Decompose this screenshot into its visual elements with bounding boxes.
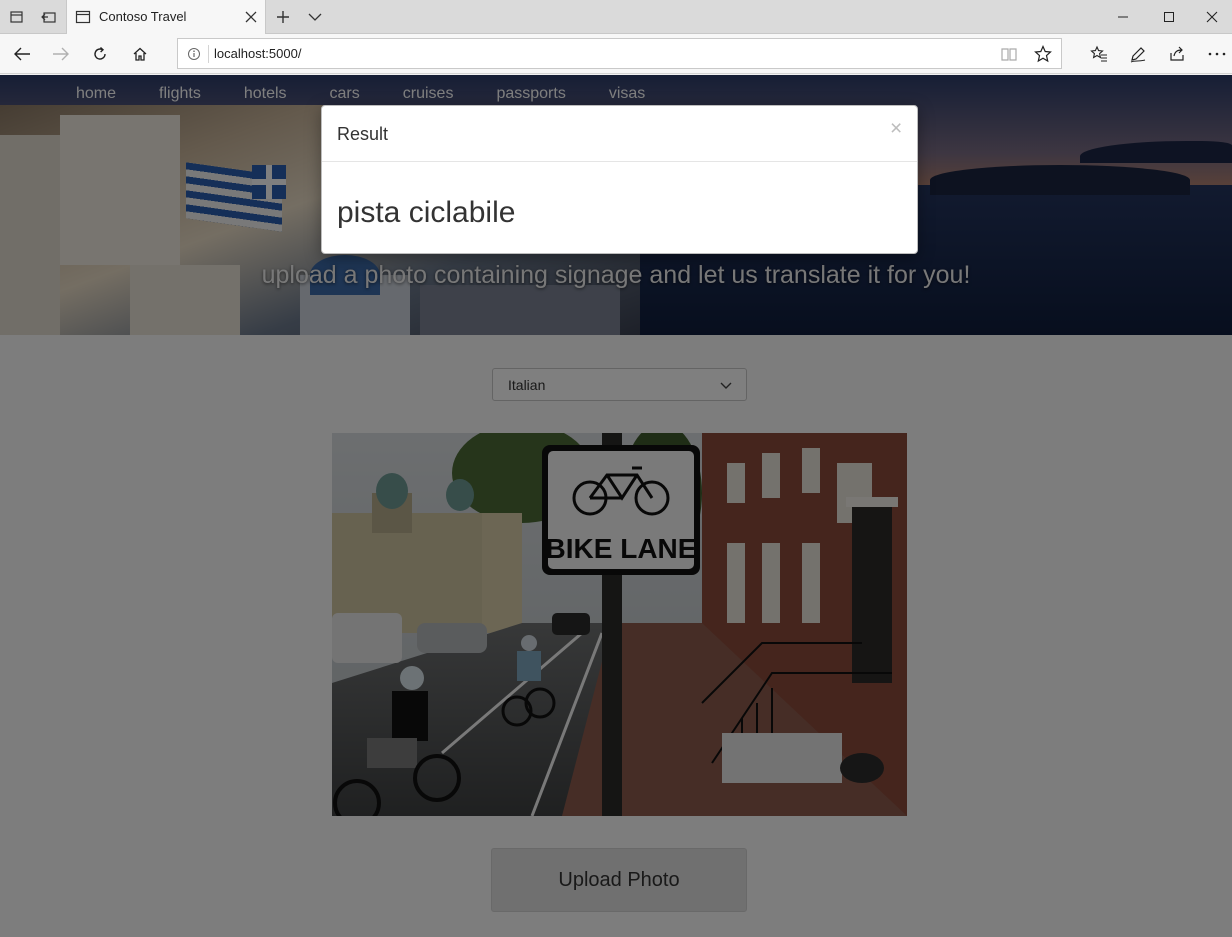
browser-tab-bar: Contoso Travel xyxy=(0,0,1232,35)
site-info-icon[interactable] xyxy=(187,47,201,61)
address-separator xyxy=(208,45,209,63)
close-tab-icon[interactable] xyxy=(243,9,259,25)
share-icon[interactable] xyxy=(1163,40,1191,68)
new-tab-icon[interactable] xyxy=(270,4,296,30)
result-modal: Result × pista ciclabile xyxy=(321,105,918,254)
translation-result: pista ciclabile xyxy=(337,196,516,229)
tab-actions-icon[interactable] xyxy=(4,4,30,30)
minimize-icon[interactable] xyxy=(1100,0,1146,34)
page-icon xyxy=(75,9,91,30)
tab-title: Contoso Travel xyxy=(99,9,187,24)
address-bar[interactable]: localhost:5000/ xyxy=(177,38,1062,69)
more-menu-icon[interactable] xyxy=(1203,40,1231,68)
favorites-hub-icon[interactable] xyxy=(1085,40,1113,68)
reading-view-icon[interactable] xyxy=(1000,46,1018,67)
url-text[interactable]: localhost:5000/ xyxy=(214,46,301,61)
close-window-icon[interactable] xyxy=(1192,0,1232,34)
home-icon[interactable] xyxy=(126,40,154,68)
browser-tab[interactable]: Contoso Travel xyxy=(66,0,266,35)
favorite-star-icon[interactable] xyxy=(1034,45,1052,68)
maximize-icon[interactable] xyxy=(1146,0,1192,34)
modal-close-icon[interactable]: × xyxy=(890,118,902,139)
back-icon[interactable] xyxy=(8,40,36,68)
forward-icon[interactable] xyxy=(47,40,75,68)
web-note-pen-icon[interactable] xyxy=(1124,40,1152,68)
modal-title: Result xyxy=(337,124,389,144)
tab-preview-chevron-icon[interactable] xyxy=(302,4,328,30)
refresh-icon[interactable] xyxy=(86,40,114,68)
set-tabs-aside-icon[interactable] xyxy=(36,4,62,30)
modal-header: Result × xyxy=(322,106,917,162)
browser-toolbar: localhost:5000/ xyxy=(0,34,1232,74)
